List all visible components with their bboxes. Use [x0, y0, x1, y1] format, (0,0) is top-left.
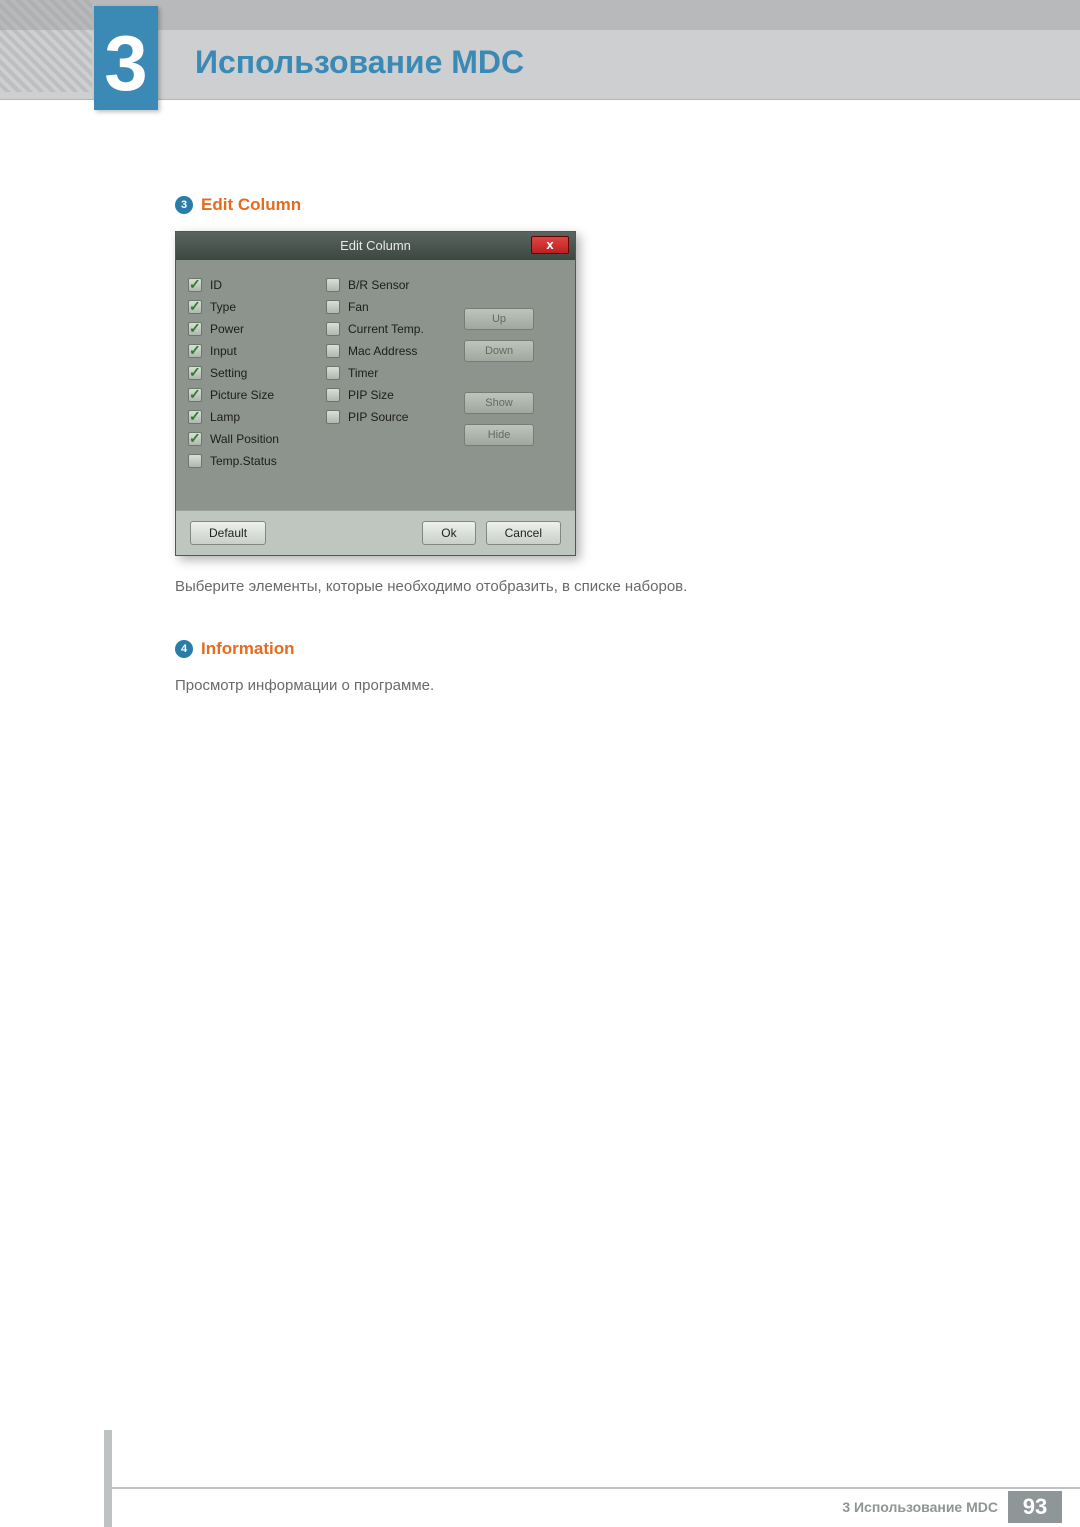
checkbox-icon[interactable]	[188, 278, 202, 292]
check-power[interactable]: Power	[188, 322, 318, 336]
checkbox-icon[interactable]	[188, 322, 202, 336]
check-label: ID	[210, 278, 222, 292]
dialog-title: Edit Column	[340, 238, 411, 253]
footer-text: 3 Использование MDC	[842, 1499, 998, 1515]
checkbox-icon[interactable]	[326, 278, 340, 292]
checkbox-column-2: B/R Sensor Fan Current Temp. Mac Address…	[326, 278, 456, 498]
check-pip-source[interactable]: PIP Source	[326, 410, 456, 424]
page-content: 3 Edit Column Edit Column x ID Type Powe…	[175, 195, 980, 737]
checkbox-icon[interactable]	[326, 410, 340, 424]
check-label: Input	[210, 344, 237, 358]
page-footer: 3 Использование MDC 93	[0, 1487, 1080, 1527]
header-bar	[0, 30, 1080, 100]
checkbox-icon[interactable]	[326, 300, 340, 314]
close-icon: x	[546, 237, 553, 252]
checkbox-icon[interactable]	[188, 432, 202, 446]
checkbox-icon[interactable]	[188, 366, 202, 380]
check-label: Power	[210, 322, 244, 336]
check-label: Fan	[348, 300, 369, 314]
check-input[interactable]: Input	[188, 344, 318, 358]
check-current-temp[interactable]: Current Temp.	[326, 322, 456, 336]
check-label: Timer	[348, 366, 378, 380]
checkbox-icon[interactable]	[188, 388, 202, 402]
check-timer[interactable]: Timer	[326, 366, 456, 380]
side-buttons: Up Down Show Hide	[464, 278, 563, 498]
section-title-edit-column: Edit Column	[201, 195, 301, 215]
cancel-button[interactable]: Cancel	[486, 521, 561, 545]
chapter-badge: 3	[94, 6, 158, 110]
section-title-information: Information	[201, 639, 295, 659]
down-button[interactable]: Down	[464, 340, 534, 362]
information-body: Просмотр информации о программе.	[175, 675, 980, 698]
check-label: PIP Size	[348, 388, 394, 402]
ok-button[interactable]: Ok	[422, 521, 475, 545]
corner-decoration	[0, 0, 92, 92]
checkbox-icon[interactable]	[326, 322, 340, 336]
check-picture-size[interactable]: Picture Size	[188, 388, 318, 402]
check-fan[interactable]: Fan	[326, 300, 456, 314]
section-heading-information: 4 Information	[175, 639, 980, 659]
dialog-titlebar[interactable]: Edit Column x	[176, 232, 575, 260]
check-label: PIP Source	[348, 410, 408, 424]
check-label: Setting	[210, 366, 247, 380]
checkbox-column-1: ID Type Power Input Setting Picture Size…	[188, 278, 318, 498]
check-label: B/R Sensor	[348, 278, 409, 292]
bullet-4-icon: 4	[175, 640, 193, 658]
checkbox-icon[interactable]	[188, 454, 202, 468]
checkbox-icon[interactable]	[326, 366, 340, 380]
check-id[interactable]: ID	[188, 278, 318, 292]
checkbox-icon[interactable]	[188, 300, 202, 314]
checkbox-icon[interactable]	[188, 410, 202, 424]
check-setting[interactable]: Setting	[188, 366, 318, 380]
chapter-number: 3	[94, 24, 158, 102]
check-label: Wall Position	[210, 432, 279, 446]
page-number: 93	[1008, 1491, 1062, 1523]
default-button[interactable]: Default	[190, 521, 266, 545]
show-button[interactable]: Show	[464, 392, 534, 414]
check-lamp[interactable]: Lamp	[188, 410, 318, 424]
dialog-body: ID Type Power Input Setting Picture Size…	[176, 260, 575, 510]
hide-button[interactable]: Hide	[464, 424, 534, 446]
checkbox-icon[interactable]	[326, 344, 340, 358]
edit-column-caption: Выберите элементы, которые необходимо от…	[175, 576, 980, 599]
close-button[interactable]: x	[531, 236, 569, 254]
check-type[interactable]: Type	[188, 300, 318, 314]
check-label: Mac Address	[348, 344, 417, 358]
checkbox-icon[interactable]	[326, 388, 340, 402]
check-label: Current Temp.	[348, 322, 424, 336]
check-label: Picture Size	[210, 388, 274, 402]
check-wall-position[interactable]: Wall Position	[188, 432, 318, 446]
edit-column-dialog: Edit Column x ID Type Power Input Settin…	[175, 231, 576, 556]
bullet-3-icon: 3	[175, 196, 193, 214]
section-heading-edit-column: 3 Edit Column	[175, 195, 980, 215]
check-temp-status[interactable]: Temp.Status	[188, 454, 318, 468]
check-mac-address[interactable]: Mac Address	[326, 344, 456, 358]
check-pip-size[interactable]: PIP Size	[326, 388, 456, 402]
check-label: Type	[210, 300, 236, 314]
check-br-sensor[interactable]: B/R Sensor	[326, 278, 456, 292]
top-stripe	[0, 0, 1080, 30]
checkbox-icon[interactable]	[188, 344, 202, 358]
check-label: Lamp	[210, 410, 240, 424]
up-button[interactable]: Up	[464, 308, 534, 330]
dialog-footer: Default Ok Cancel	[176, 510, 575, 555]
check-label: Temp.Status	[210, 454, 277, 468]
chapter-title: Использование MDC	[195, 44, 524, 81]
footer-rule	[104, 1487, 1080, 1489]
